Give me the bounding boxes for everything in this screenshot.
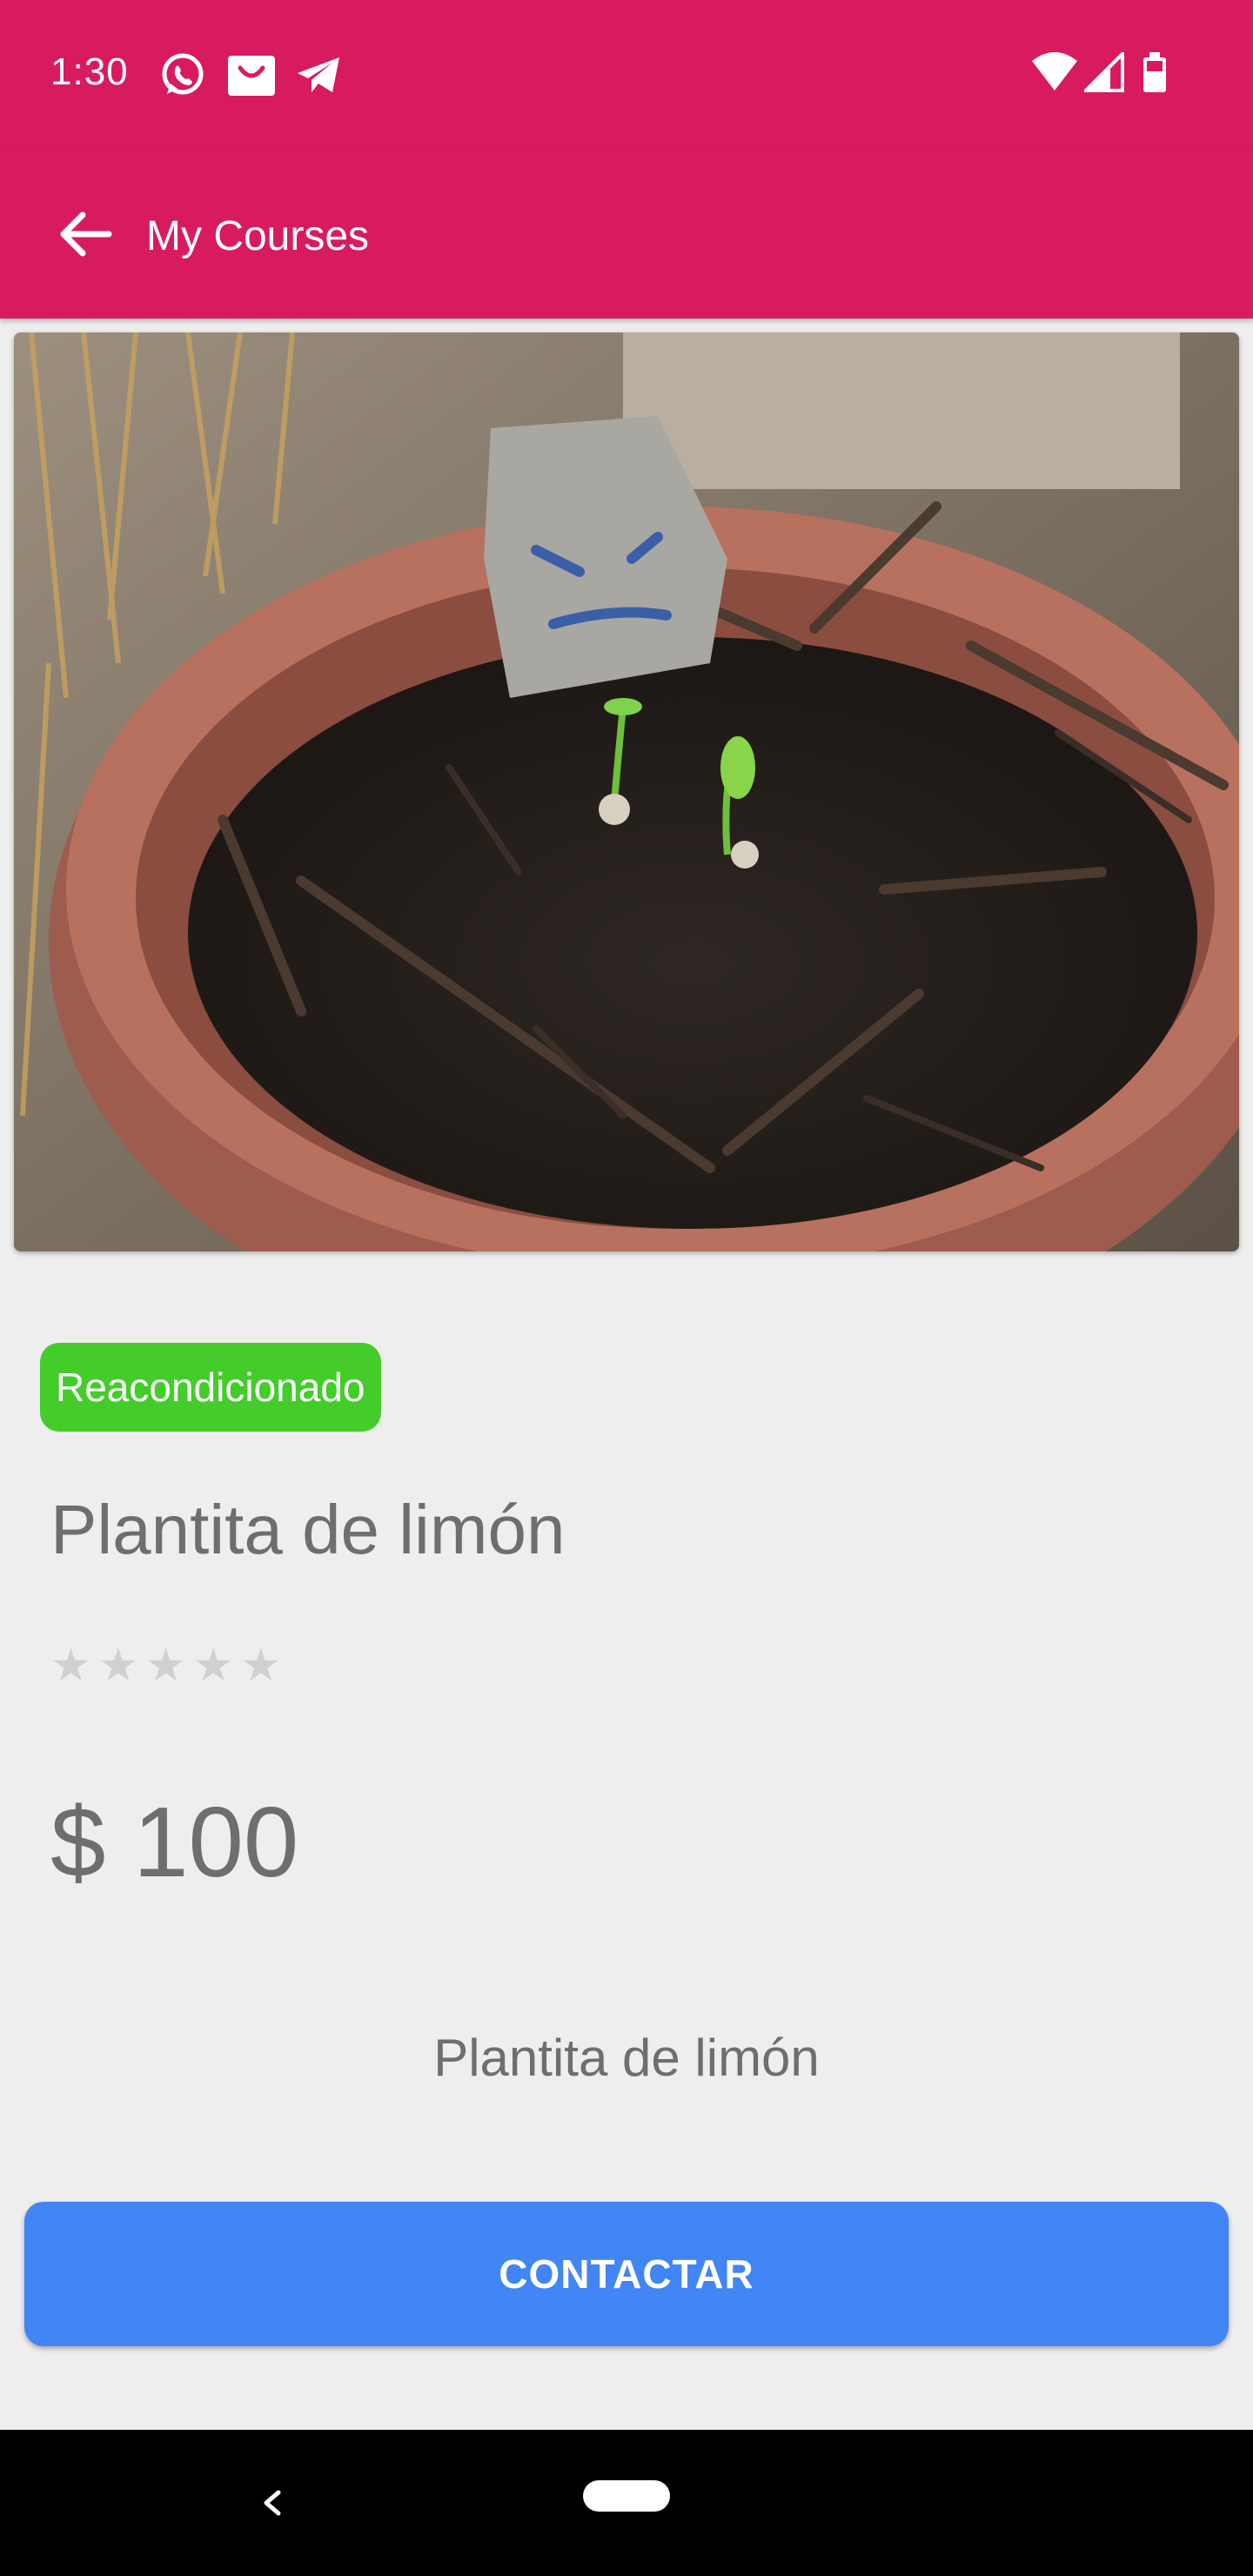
status-time: 1:30 xyxy=(50,50,129,93)
nav-home-pill[interactable] xyxy=(583,2480,670,2512)
description: Plantita de limón xyxy=(433,2029,820,2087)
rating-stars[interactable]: ★ ★ ★ ★ ★ xyxy=(50,1643,281,1688)
bag-icon xyxy=(228,52,275,102)
product-title: Plantita de limón xyxy=(50,1491,566,1568)
star-icon[interactable]: ★ xyxy=(241,1643,282,1688)
star-icon[interactable]: ★ xyxy=(50,1643,91,1688)
navigation-bar xyxy=(0,2430,1253,2576)
telegram-icon xyxy=(296,52,341,102)
star-icon[interactable]: ★ xyxy=(145,1643,186,1688)
price: $ 100 xyxy=(50,1788,299,1898)
product-image xyxy=(14,332,1239,1251)
app-title: My Courses xyxy=(146,213,370,259)
condition-badge: Reacondicionado xyxy=(40,1343,381,1432)
signal-icon xyxy=(1082,50,1124,97)
status-bar: 1:30 xyxy=(0,0,1253,146)
nav-back-icon[interactable] xyxy=(256,2479,287,2532)
star-icon[interactable]: ★ xyxy=(98,1643,139,1688)
star-icon[interactable]: ★ xyxy=(193,1643,234,1688)
contact-button[interactable]: CONTACTAR xyxy=(24,2202,1229,2346)
back-button[interactable] xyxy=(50,200,118,268)
app-bar: My Courses xyxy=(0,146,1253,319)
battery-icon xyxy=(1142,52,1168,98)
whatsapp-icon xyxy=(160,52,205,102)
wifi-icon xyxy=(1032,52,1077,97)
arrow-back-icon xyxy=(60,211,112,257)
